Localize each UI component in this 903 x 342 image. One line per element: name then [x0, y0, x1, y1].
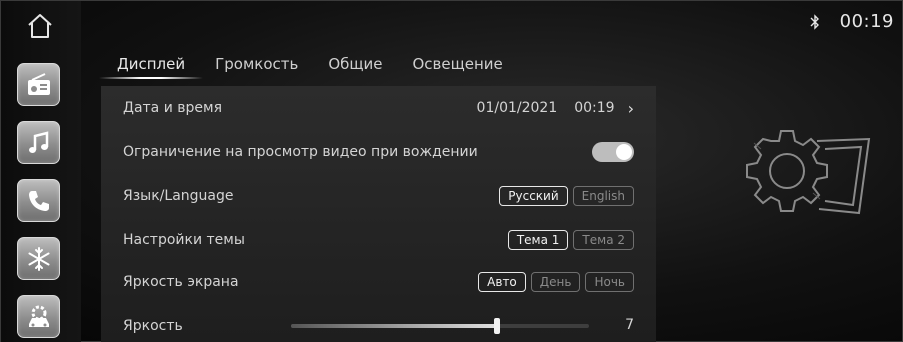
- home-icon[interactable]: [25, 11, 55, 41]
- video-limit-row: Ограничение на просмотр видео при вожден…: [123, 140, 634, 164]
- chevron-right-icon: ›: [627, 98, 634, 118]
- car-settings-icon: [28, 305, 49, 327]
- date-value: 01/01/2021: [476, 100, 558, 116]
- brightness-label: Яркость: [123, 318, 183, 334]
- brightness-mode-night[interactable]: Ночь: [585, 272, 634, 292]
- car-settings-app-button[interactable]: [17, 295, 60, 338]
- video-limit-toggle[interactable]: [592, 142, 634, 162]
- tab-general[interactable]: Общие: [328, 55, 382, 79]
- language-option-english[interactable]: English: [572, 186, 634, 206]
- screen-brightness-row: Яркость экрана Авто День Ночь: [123, 270, 634, 294]
- bluetooth-icon: [810, 13, 819, 30]
- phone-icon: [28, 190, 49, 211]
- radio-icon: [27, 72, 50, 95]
- brightness-mode-day[interactable]: День: [530, 272, 581, 292]
- radio-app-button[interactable]: [17, 63, 60, 106]
- brightness-value: 7: [625, 317, 634, 333]
- music-app-button[interactable]: [17, 121, 60, 164]
- settings-screen: 00:19 Дисплей Громкость Общие Освещение …: [0, 0, 903, 342]
- tab-display[interactable]: Дисплей: [98, 55, 204, 79]
- music-icon: [28, 130, 48, 153]
- display-settings-illustration-icon: [746, 130, 871, 215]
- brightness-mode-auto[interactable]: Авто: [478, 272, 526, 292]
- tab-lighting[interactable]: Освещение: [413, 55, 503, 79]
- tab-volume[interactable]: Громкость: [215, 55, 298, 79]
- left-rail: [1, 1, 81, 342]
- brightness-slider[interactable]: [291, 318, 589, 334]
- screen-brightness-label: Яркость экрана: [123, 274, 239, 290]
- brightness-row: Яркость 7: [123, 314, 634, 338]
- clock: 00:19: [839, 11, 894, 32]
- video-limit-label: Ограничение на просмотр видео при вожден…: [123, 144, 478, 160]
- datetime-row[interactable]: Дата и время 01/01/2021 00:19 ›: [123, 96, 634, 120]
- datetime-label: Дата и время: [123, 100, 222, 116]
- phone-app-button[interactable]: [17, 179, 60, 222]
- climate-icon: [28, 246, 49, 271]
- climate-app-button[interactable]: [17, 237, 60, 280]
- language-row: Язык/Language Русский English: [123, 184, 634, 208]
- theme-label: Настройки темы: [123, 232, 245, 248]
- theme-row: Настройки темы Тема 1 Тема 2: [123, 228, 634, 252]
- language-label: Язык/Language: [123, 188, 234, 204]
- theme-option-1[interactable]: Тема 1: [507, 230, 569, 250]
- status-bar: 00:19: [810, 11, 894, 32]
- language-option-russian[interactable]: Русский: [499, 186, 568, 206]
- theme-option-2[interactable]: Тема 2: [573, 230, 634, 250]
- brightness-slider-thumb[interactable]: [493, 318, 500, 334]
- display-settings-panel: Дата и время 01/01/2021 00:19 › Ограниче…: [101, 86, 656, 342]
- tab-bar: Дисплей Громкость Общие Освещение: [98, 55, 533, 79]
- time-value: 00:19: [574, 100, 615, 116]
